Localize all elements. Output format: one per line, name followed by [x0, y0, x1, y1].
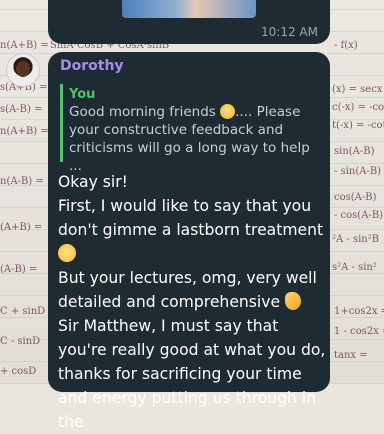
previous-message-photo[interactable] — [122, 0, 256, 18]
bg-formula: - f(x) — [334, 40, 358, 51]
bg-formula: C + sinD — [0, 306, 46, 317]
bg-formula: - cos(A-B) — [334, 210, 384, 221]
message-timestamp: 10:12 AM — [261, 25, 318, 39]
reply-quote[interactable]: You Good morning friends .... Please you… — [60, 84, 318, 174]
bg-formula: n(A-B) = — [0, 176, 44, 187]
bg-formula: tanx = — [334, 350, 368, 361]
bg-formula: C - sinD — [0, 336, 41, 347]
bg-formula: t(-x) = -cot — [332, 120, 384, 131]
message-line: Okay sir! — [58, 173, 128, 191]
bg-formula: sin(A-B) — [334, 146, 375, 157]
bg-formula: s²A - sin² — [332, 262, 377, 273]
message-text: Okay sir! First, I would like to say tha… — [58, 170, 326, 434]
smile-emoji-icon — [58, 244, 76, 262]
bg-formula: (A+B) = — [0, 222, 43, 233]
message-line-block: But your lectures, omg, very well detail… — [58, 266, 326, 314]
previous-message-bubble[interactable]: 10:12 AM — [48, 0, 330, 44]
bg-formula: (x) = secx — [332, 84, 383, 95]
bg-formula: n(A+B) = — [0, 126, 49, 137]
bg-formula: c(-x) = -cosx — [332, 102, 384, 113]
message-line: But your lectures, omg, very well detail… — [58, 269, 317, 311]
bg-formula: + cosD — [0, 366, 37, 377]
bg-formula: cos(A-B) — [334, 192, 377, 203]
wink-emoji-icon — [220, 104, 236, 119]
bg-formula: (A-B) = — [0, 264, 38, 275]
bg-formula: s(A-B) = — [0, 104, 43, 115]
message-line: First, I would like to say that you don'… — [58, 197, 324, 239]
bg-formula: 1+cos2x = — [334, 306, 384, 317]
bg-formula: n(A+B) = — [0, 40, 49, 51]
bg-formula: ²A - sin²B — [332, 234, 380, 245]
reply-text-start: Good morning friends — [69, 104, 221, 120]
message-line: Sir Matthew, I must say that you're real… — [58, 317, 326, 431]
message-line-block: First, I would like to say that you don'… — [58, 194, 326, 266]
reply-author: You — [69, 87, 96, 102]
bg-formula: - sin(A-B) — [334, 166, 382, 177]
avatar-face — [16, 61, 30, 77]
reply-text: Good morning friends .... Please your co… — [69, 103, 319, 175]
sender-name[interactable]: Dorothy — [60, 58, 124, 74]
ok-hand-emoji-icon — [285, 292, 302, 310]
bg-formula: 1 - cos2x = — [334, 326, 384, 337]
